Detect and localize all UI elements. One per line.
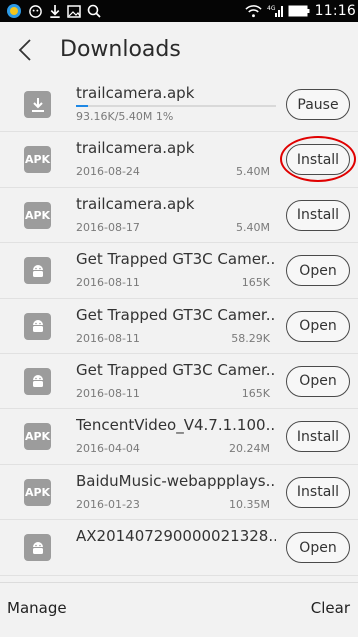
apk-file-icon: APK: [24, 423, 51, 451]
progress-bar-fill: [76, 105, 88, 107]
open-button[interactable]: Open: [286, 255, 350, 287]
download-name: Get Trapped GT3C Camer...: [76, 305, 276, 324]
image-icon: [67, 4, 81, 18]
download-row[interactable]: Get Trapped GT3C Camer... 2016-08-11 165K O…: [0, 243, 358, 299]
download-row[interactable]: APK BaiduMusic-webappplays... 2016-01-23 10…: [0, 465, 358, 521]
search-icon: [87, 4, 101, 18]
download-size: 165K: [241, 386, 270, 400]
chevron-left-icon: [18, 38, 31, 61]
header: Downloads: [0, 22, 358, 77]
open-button[interactable]: Open: [286, 532, 350, 564]
download-row[interactable]: APK TencentVideo_V4.7.1.100... 2016-04-04 2…: [0, 409, 358, 465]
chat-icon: [28, 4, 43, 19]
signal-icon: 4G: [267, 4, 283, 18]
download-name: BaiduMusic-webappplays...: [76, 471, 276, 490]
download-icon: [49, 4, 61, 19]
install-button[interactable]: Install: [286, 144, 350, 176]
status-left-icons: [0, 3, 101, 19]
apk-badge-label: APK: [24, 153, 51, 167]
download-row[interactable]: AX201407290000021328.... Open: [0, 520, 358, 576]
download-date: 2016-08-11: [76, 331, 140, 345]
pause-button[interactable]: Pause: [286, 89, 350, 120]
open-button[interactable]: Open: [286, 365, 350, 397]
downloads-list[interactable]: trailcamera.apk 93.16K/5.40M 1% Pause APK tr…: [0, 77, 358, 582]
download-name: TencentVideo_V4.7.1.100...: [76, 416, 276, 435]
download-date: 2016-08-24: [76, 165, 140, 179]
download-date: 2016-04-04: [76, 442, 140, 456]
download-size: 10.35M: [229, 497, 270, 511]
apk-badge-label: APK: [24, 430, 51, 444]
download-icon: [24, 91, 51, 118]
app-icon: [6, 3, 22, 19]
open-button[interactable]: Open: [286, 310, 350, 342]
page-title: Downloads: [60, 37, 181, 62]
wifi-icon: [245, 4, 262, 18]
download-name: trailcamera.apk: [76, 84, 195, 102]
network-type-label: 4G: [267, 5, 276, 12]
download-row[interactable]: APK trailcamera.apk 2016-08-24 5.40M Install: [0, 132, 358, 188]
android-icon: [24, 257, 51, 285]
download-row[interactable]: Get Trapped GT3C Camer... 2016-08-11 165K O…: [0, 354, 358, 410]
apk-file-icon: APK: [24, 478, 51, 506]
status-right-icons: 4G 11:16: [245, 0, 356, 22]
download-size: 165K: [241, 276, 270, 290]
status-time: 11:16: [314, 3, 356, 19]
download-name: trailcamera.apk: [76, 194, 195, 213]
download-name: trailcamera.apk: [76, 139, 195, 158]
install-button[interactable]: Install: [286, 476, 350, 508]
install-button[interactable]: Install: [286, 421, 350, 453]
apk-file-icon: APK: [24, 201, 51, 229]
battery-icon: [288, 5, 310, 17]
apk-badge-label: APK: [24, 208, 51, 222]
download-row[interactable]: APK trailcamera.apk 2016-08-17 5.40M Install: [0, 188, 358, 244]
download-date: 2016-08-11: [76, 276, 140, 290]
download-size: 5.40M: [236, 220, 270, 234]
download-date: 2016-01-23: [76, 497, 140, 511]
apk-badge-label: APK: [24, 485, 51, 499]
progress-bar: [76, 105, 276, 107]
manage-button[interactable]: Manage: [7, 599, 67, 617]
back-button[interactable]: [14, 37, 36, 63]
android-icon: [24, 312, 51, 340]
progress-text: 93.16K/5.40M 1%: [76, 110, 174, 123]
download-size: 5.40M: [236, 165, 270, 179]
download-name: Get Trapped GT3C Camer...: [76, 360, 276, 379]
download-row[interactable]: trailcamera.apk 93.16K/5.40M 1% Pause: [0, 77, 358, 133]
install-button[interactable]: Install: [286, 199, 350, 231]
download-row[interactable]: Get Trapped GT3C Camer... 2016-08-11 58.29…: [0, 299, 358, 354]
download-size: 58.29K: [231, 331, 270, 345]
download-name: Get Trapped GT3C Camer...: [76, 250, 276, 269]
apk-file-icon: APK: [24, 146, 51, 174]
download-date: 2016-08-11: [76, 386, 140, 400]
bottom-bar: Manage Clear: [0, 582, 358, 637]
android-icon: [24, 367, 51, 395]
download-name: AX201407290000021328....: [76, 527, 276, 546]
download-date: 2016-08-17: [76, 220, 140, 234]
download-size: 20.24M: [229, 442, 270, 456]
clear-button[interactable]: Clear: [311, 599, 350, 617]
android-icon: [24, 534, 51, 562]
status-bar: 4G 11:16: [0, 0, 358, 22]
